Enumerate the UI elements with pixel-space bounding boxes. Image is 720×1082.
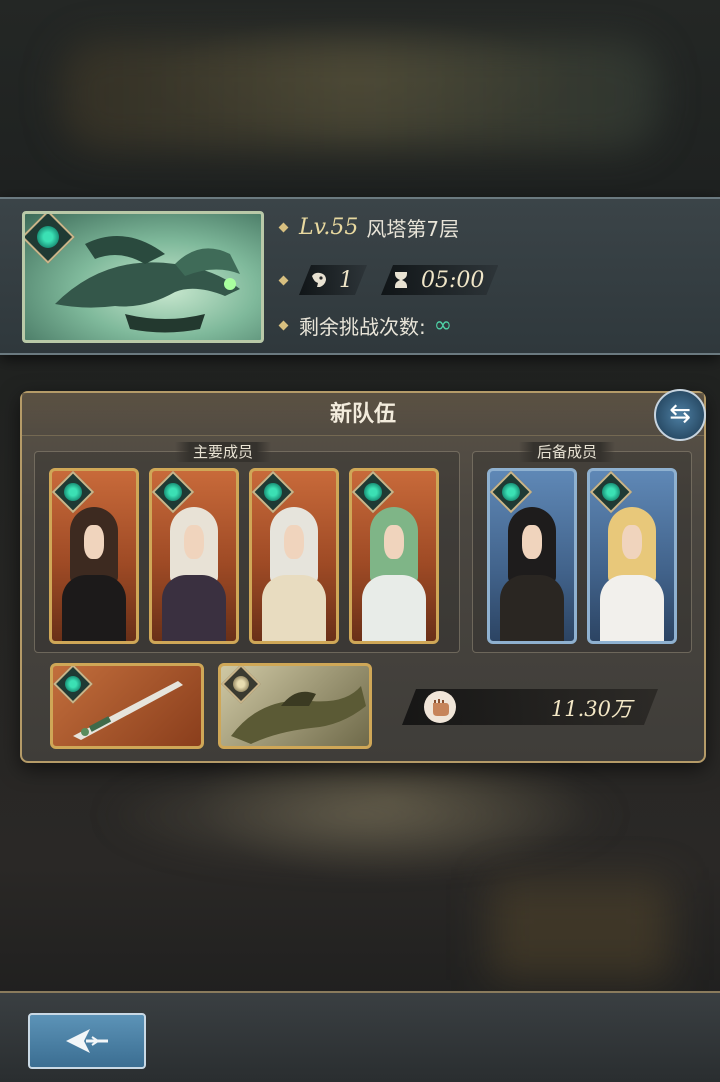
time-limit: 05:00 — [421, 267, 485, 293]
remaining-value: ∞ — [433, 313, 453, 338]
member-card[interactable] — [249, 468, 339, 644]
time-limit-pill: 05:00 — [381, 265, 498, 295]
character-outfit — [500, 575, 564, 641]
team-panel: 新队伍 ⇆ 主要成员 后备成员 11.30万 — [20, 389, 706, 763]
pet-slot[interactable] — [218, 663, 372, 749]
bottom-bar — [0, 991, 720, 1082]
backup-members-label: 后备成员 — [519, 442, 616, 462]
character-portrait — [500, 507, 564, 641]
stage-level: Lv.55 — [299, 215, 359, 240]
character-face — [384, 525, 404, 559]
character-outfit — [62, 575, 126, 641]
remaining-attempts-row: 剩余挑战次数: ∞ — [278, 311, 453, 340]
background-blur-corner — [490, 880, 670, 980]
character-portrait — [162, 507, 226, 641]
bullet-icon — [278, 275, 289, 285]
remaining-label: 剩余挑战次数: — [299, 315, 426, 339]
enemy-count-pill: 1 — [299, 265, 367, 295]
enemy-icon — [309, 270, 329, 290]
stage-stats-row: 1 05:00 — [278, 265, 512, 295]
hourglass-icon — [391, 270, 411, 290]
main-members-group: 主要成员 — [34, 442, 460, 653]
character-face — [622, 525, 642, 559]
character-portrait — [62, 507, 126, 641]
member-card[interactable] — [349, 468, 439, 644]
bullet-icon — [278, 320, 289, 331]
background-blur-top — [60, 40, 660, 150]
swap-team-button[interactable]: ⇆ — [654, 389, 706, 441]
stage-name: 风塔第7层 — [366, 217, 460, 241]
character-outfit — [600, 575, 664, 641]
character-outfit — [362, 575, 426, 641]
enemy-count: 1 — [339, 267, 353, 293]
team-name[interactable]: 新队伍 — [22, 393, 704, 436]
character-outfit — [162, 575, 226, 641]
character-face — [284, 525, 304, 559]
boss-thumbnail[interactable] — [22, 211, 264, 343]
back-button[interactable] — [28, 1013, 146, 1069]
character-face — [184, 525, 204, 559]
member-card[interactable] — [149, 468, 239, 644]
stage-info-panel: Lv.55 风塔第7层 1 05:00 剩余挑战次数: ∞ — [0, 197, 720, 355]
character-portrait — [262, 507, 326, 641]
team-power-value: 11.30万 — [550, 697, 632, 721]
character-portrait — [600, 507, 664, 641]
character-portrait — [362, 507, 426, 641]
character-face — [522, 525, 542, 559]
backup-member-card[interactable] — [587, 468, 677, 644]
backup-members-group: 后备成员 — [472, 442, 692, 653]
back-arrow-icon — [66, 1029, 108, 1053]
weapon-slot[interactable] — [50, 663, 204, 749]
fist-power-icon — [424, 691, 456, 723]
character-outfit — [262, 575, 326, 641]
member-card[interactable] — [49, 468, 139, 644]
backup-member-card[interactable] — [487, 468, 577, 644]
background-blur-bottom — [110, 760, 610, 870]
bullet-icon — [278, 222, 289, 233]
team-power-bar: 11.30万 — [402, 689, 658, 725]
character-face — [84, 525, 104, 559]
swap-arrows-icon: ⇆ — [669, 399, 691, 429]
stage-title-row: Lv.55 风塔第7层 — [278, 213, 460, 242]
main-members-label: 主要成员 — [175, 442, 272, 462]
